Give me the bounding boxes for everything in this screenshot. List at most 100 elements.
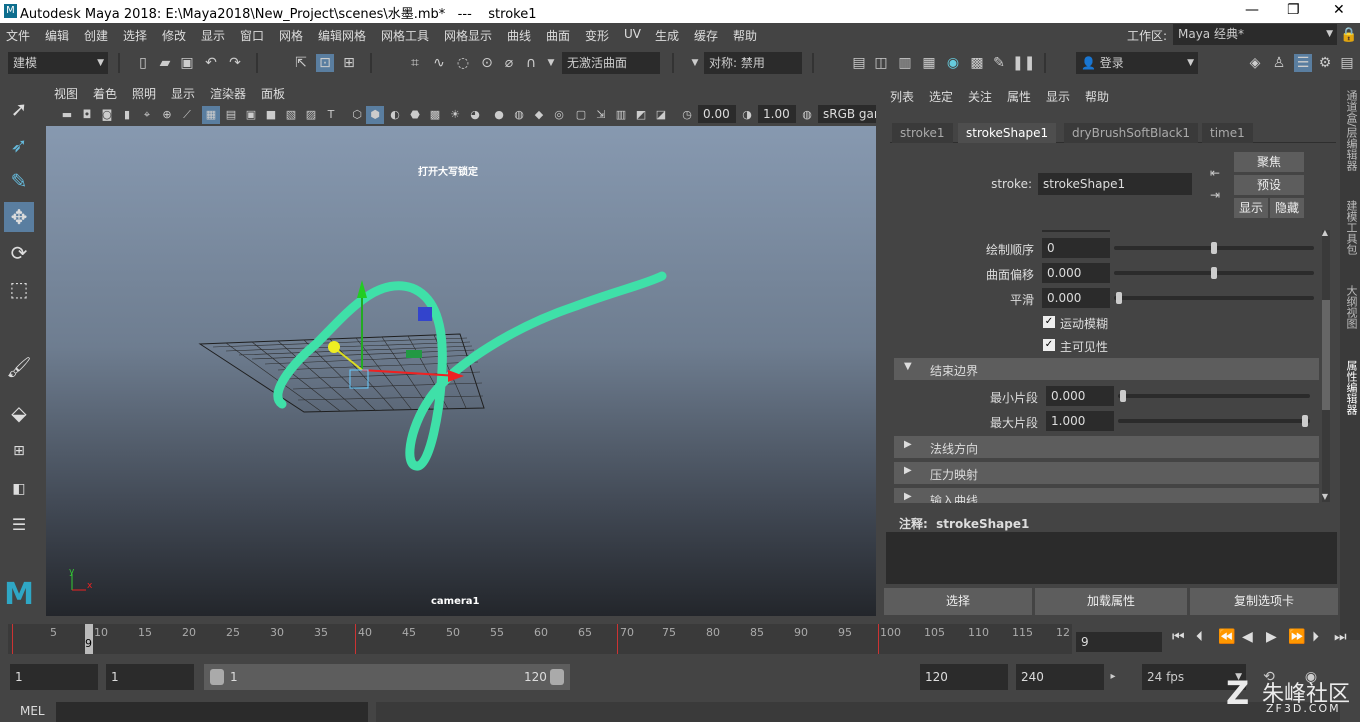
menu-uv[interactable]: UV (624, 27, 641, 41)
smooth-shade-icon[interactable]: ⬢ (366, 106, 384, 124)
current-frame-field[interactable]: 9 (1076, 632, 1162, 652)
scroll-up-icon[interactable]: ▲ (1318, 228, 1332, 238)
outliner-layout-icon[interactable]: ☰ (4, 510, 34, 540)
snap-curve-icon[interactable]: ∿ (430, 54, 448, 72)
menu-file[interactable]: 文件 (6, 27, 30, 44)
chevron-right-icon[interactable]: ▸ (1104, 668, 1122, 686)
render-settings-icon[interactable]: ▦ (920, 54, 938, 72)
rotate-tool-icon[interactable]: ⟳ (4, 238, 34, 268)
film-gate-icon[interactable]: ⊕ (158, 106, 176, 124)
motion-blur-checkbox[interactable]: ✓ (1043, 316, 1055, 328)
lights-icon[interactable]: ☀ (446, 106, 464, 124)
workspace-dropdown[interactable]: Maya 经典* ▼ (1173, 24, 1337, 45)
exposure-icon[interactable]: ◷ (678, 106, 696, 124)
menu-display[interactable]: 显示 (201, 27, 225, 44)
min-clip-slider[interactable] (1118, 390, 1310, 402)
mel-label[interactable]: MEL (20, 704, 45, 718)
z-handle[interactable] (328, 341, 340, 353)
snap-grid-icon[interactable]: ⌗ (406, 54, 424, 72)
ae-menu-focus[interactable]: 关注 (968, 88, 992, 105)
scroll-down-icon[interactable]: ▼ (1318, 492, 1332, 502)
anim-end-field[interactable]: 240 (1016, 664, 1104, 690)
dock-tab-channel-box[interactable]: 通道盒/层编辑器 (1343, 90, 1359, 171)
max-clip-field[interactable]: 1.000 (1046, 411, 1114, 431)
ae-menu-list[interactable]: 列表 (890, 88, 914, 105)
menu-help[interactable]: 帮助 (733, 27, 757, 44)
range-slider[interactable]: 1 120 (204, 664, 570, 690)
slider-knob[interactable] (1116, 292, 1122, 304)
texture-icon[interactable]: ▨ (302, 106, 320, 124)
dof-icon[interactable]: ◎ (550, 106, 568, 124)
ae-scroll-thumb[interactable] (1322, 300, 1330, 410)
symmetry-dropdown[interactable]: 对称: 禁用 (704, 52, 802, 74)
draw-order-slider[interactable] (1114, 242, 1314, 254)
dock-tab-attribute-editor[interactable]: 属性编辑器 (1343, 360, 1359, 415)
smooth-field[interactable]: 0.000 (1042, 288, 1110, 308)
shadows-icon[interactable]: ◕ (466, 106, 484, 124)
chevron-down-icon[interactable]: ▼ (686, 54, 704, 72)
undo-icon[interactable]: ↶ (202, 54, 220, 72)
channel-box-icon[interactable]: ▤ (1338, 54, 1356, 72)
focus-button[interactable]: 聚焦 (1234, 152, 1304, 172)
slider-knob[interactable] (1302, 415, 1308, 427)
play-forward-icon[interactable]: ▶ (1266, 629, 1277, 645)
xray-icon[interactable]: ▢ (572, 106, 590, 124)
plane-handle-xz[interactable] (406, 350, 422, 358)
field-chart-icon[interactable]: ▣ (242, 106, 260, 124)
select-tool-icon[interactable]: ➚ (4, 94, 34, 124)
paint-effects-icon[interactable]: 🖌 (4, 352, 34, 382)
isolate-icon[interactable]: ⇲ (592, 106, 610, 124)
character-controls-icon[interactable]: ♙ (1270, 54, 1288, 72)
step-forward-frame-icon[interactable]: ⏵ (1312, 629, 1319, 645)
menu-curves[interactable]: 曲线 (507, 27, 531, 44)
copy-tab-button[interactable]: 复制选项卡 (1190, 588, 1338, 615)
play-backward-icon[interactable]: ◀ (1242, 629, 1253, 645)
viewport[interactable]: 打开大写锁定 y x camera1 (46, 126, 876, 616)
menu-edit-mesh[interactable]: 编辑网格 (318, 27, 366, 44)
light-editor-icon[interactable]: ✎ (990, 54, 1008, 72)
select-object-icon[interactable]: ⊡ (316, 54, 334, 72)
camera-attr-icon[interactable]: ◘ (78, 106, 96, 124)
slider-knob[interactable] (1211, 267, 1217, 279)
render-frame-icon[interactable]: ◫ (872, 54, 890, 72)
ae-menu-attributes[interactable]: 属性 (1007, 88, 1031, 105)
snap-point-icon[interactable]: ◌ (454, 54, 472, 72)
login-dropdown[interactable]: 👤 登录 ▼ (1076, 52, 1198, 74)
surface-offset-slider[interactable] (1114, 267, 1314, 279)
vp-menu-shading[interactable]: 着色 (93, 85, 117, 102)
snap-view-icon[interactable]: ⊙ (478, 54, 496, 72)
menu-modify[interactable]: 修改 (162, 27, 186, 44)
menu-mesh-display[interactable]: 网格显示 (444, 27, 492, 44)
checker-icon[interactable]: ▩ (426, 106, 444, 124)
bookmark-icon[interactable]: ◙ (98, 106, 116, 124)
move-tool-icon[interactable]: ✥ (4, 202, 34, 232)
slider-knob[interactable] (1211, 242, 1217, 254)
render-view-icon[interactable]: ▤ (850, 54, 868, 72)
attribute-editor-icon[interactable]: ☰ (1294, 54, 1312, 72)
exposure-field[interactable]: 0.00 (698, 105, 736, 123)
surface-offset-field[interactable]: 0.000 (1042, 263, 1110, 283)
safe-title-icon[interactable]: ▧ (282, 106, 300, 124)
color-management-icon[interactable]: ◍ (798, 106, 816, 124)
section-pressure-mapping[interactable]: ▶ 压力映射 (894, 462, 1319, 484)
stroke-name-field[interactable]: strokeShape1 (1038, 173, 1192, 195)
safe-action-icon[interactable]: ■ (262, 106, 280, 124)
four-view-icon[interactable]: ⊞ (4, 436, 34, 466)
select-hierarchy-icon[interactable]: ⇱ (292, 54, 310, 72)
time-slider[interactable]: 5 10 15 20 25 30 35 40 45 50 55 60 65 70… (8, 624, 1072, 654)
gate-mask-icon[interactable]: ▤ (222, 106, 240, 124)
ae-menu-selected[interactable]: 选定 (929, 88, 953, 105)
range-handle-end[interactable] (550, 669, 564, 685)
snap-surface-icon[interactable]: ⌀ (500, 54, 518, 72)
ae-menu-show[interactable]: 显示 (1046, 88, 1070, 105)
grid-icon[interactable]: ⌖ (138, 106, 156, 124)
plane-handle-xy[interactable] (418, 307, 432, 321)
tab-strokeshape1[interactable]: strokeShape1 (958, 123, 1057, 143)
lasso-tool-icon[interactable]: ➶ (4, 130, 34, 160)
max-clip-slider[interactable] (1118, 415, 1310, 427)
menu-select[interactable]: 选择 (123, 27, 147, 44)
pause-icon[interactable]: ❚❚ (1012, 54, 1035, 72)
open-scene-icon[interactable]: ▰ (156, 54, 174, 72)
shade-wire-icon[interactable]: ◐ (386, 106, 404, 124)
motion-blur-icon[interactable]: ◍ (510, 106, 528, 124)
